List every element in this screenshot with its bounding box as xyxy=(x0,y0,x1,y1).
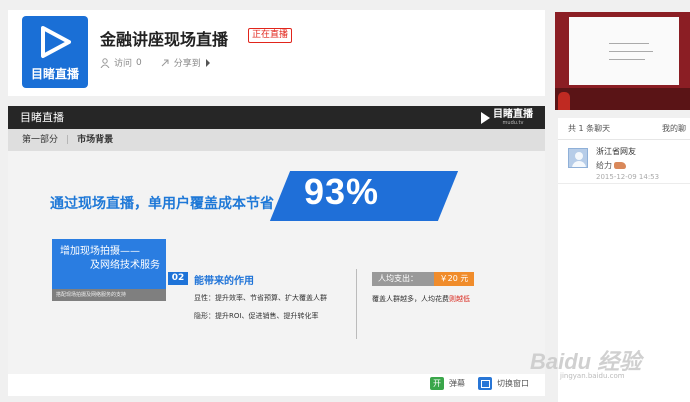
presentation-slide: 93% 通过现场直播，单用户覆盖成本节省 增加现场拍摄—— 及网络技术服务 搭配… xyxy=(8,151,545,374)
service-line-2: 及网络技术服务 xyxy=(90,260,160,271)
service-line-1: 增加现场拍摄—— xyxy=(60,246,140,257)
logo-text: 目睹直播 xyxy=(30,67,79,81)
section-number: 02 xyxy=(168,272,188,285)
visits-stat: 访问 0 xyxy=(100,56,142,69)
danmaku-toggle-icon: 开 xyxy=(430,377,444,390)
stage-floor xyxy=(555,88,690,110)
slide-divider xyxy=(356,269,357,339)
my-chat-tab[interactable]: 我的聊 xyxy=(662,118,686,140)
cost-desc-highlight: 则越低 xyxy=(449,295,470,303)
visits-label: 访问 xyxy=(114,59,133,69)
chat-count: 共 1 条聊天 xyxy=(568,124,611,133)
watermark-sub: jingyan.baidu.com xyxy=(560,372,625,380)
danmaku-button[interactable]: 开 弹幕 xyxy=(430,377,465,390)
avatar-head xyxy=(575,152,583,160)
chevron-right-icon xyxy=(205,58,210,67)
chat-text: 给力 xyxy=(596,160,626,171)
page-title: 金融讲座现场直播 xyxy=(100,30,229,49)
service-box-caption: 搭配现场拍摄及网络服务的支持 xyxy=(52,289,166,301)
cost-label: 人均支出： xyxy=(372,272,434,286)
screen-text-line xyxy=(609,43,649,44)
presenter-figure xyxy=(558,92,570,110)
chat-text-content: 给力 xyxy=(596,161,612,170)
cost-value: ￥20 元 xyxy=(434,272,474,286)
avatar xyxy=(568,148,588,168)
chat-timestamp: 2015-12-09 14:53 xyxy=(596,173,660,181)
live-status-badge: 正在直播 xyxy=(248,28,293,43)
percent-value: 93% xyxy=(304,171,380,212)
crumb-section: 市场背景 xyxy=(77,135,114,145)
service-box: 增加现场拍摄—— 及网络技术服务 xyxy=(52,239,166,289)
share-icon xyxy=(161,59,169,66)
header-stats: 访问 0 分享到 xyxy=(100,56,211,69)
projector-screen xyxy=(569,17,679,85)
player-brand-logo: 目睹直播 mudu.tv xyxy=(481,110,533,126)
live-header-card: 目睹直播 金融讲座现场直播 正在直播 访问 0 分享到 xyxy=(8,10,545,96)
cost-desc-main: 覆盖人群越多，人均花费 xyxy=(372,295,449,303)
brand-play-icon xyxy=(481,112,490,124)
slide-breadcrumb: 第一部分 | 市场背景 xyxy=(8,129,545,151)
effect-line-implicit: 隐形：提升ROI、促进销售、提升转化率 xyxy=(194,312,319,320)
screen-text-line xyxy=(609,59,645,60)
video-player[interactable]: 目睹直播 目睹直播 mudu.tv 第一部分 | 市场背景 93% 通过现场直播，单… xyxy=(8,106,545,374)
brand-sub: mudu.tv xyxy=(502,120,524,126)
chat-username: 浙江省网友 xyxy=(596,147,636,156)
play-logo-icon xyxy=(41,26,71,58)
switch-window-icon xyxy=(478,377,492,390)
cost-description: 覆盖人群越多，人均花费则越低 xyxy=(372,294,470,304)
danmaku-label: 弹幕 xyxy=(449,379,465,388)
camera-thumbnail[interactable] xyxy=(555,12,690,110)
share-label: 分享到 xyxy=(173,59,201,69)
player-title-bar: 目睹直播 目睹直播 mudu.tv xyxy=(8,106,545,129)
chat-header: 共 1 条聊天 我的聊 xyxy=(558,118,690,140)
crumb-part: 第一部分 xyxy=(22,135,59,145)
player-footer: 开 弹幕 切换窗口 xyxy=(8,374,545,396)
player-title: 目睹直播 xyxy=(20,111,64,124)
effect-line-explicit: 显性：提升效率、节省预算、扩大覆盖人群 xyxy=(194,294,327,302)
user-icon xyxy=(100,57,110,68)
chat-message: 浙江省网友 给力 2015-12-09 14:53 xyxy=(558,140,690,184)
visits-count: 0 xyxy=(136,57,142,68)
app-logo: 目睹直播 xyxy=(22,16,88,88)
screen-text-line xyxy=(609,51,653,52)
muscle-emoji-icon xyxy=(614,162,626,169)
crumb-separator: | xyxy=(66,135,70,145)
slide-headline: 通过现场直播，单用户覆盖成本节省 xyxy=(50,196,274,212)
switch-window-button[interactable]: 切换窗口 xyxy=(478,377,529,390)
effect-title: 能带来的作用 xyxy=(194,276,254,287)
brand-text: 目睹直播 xyxy=(493,109,533,120)
switch-window-label: 切换窗口 xyxy=(497,379,529,388)
avatar-body xyxy=(572,161,586,167)
share-button[interactable]: 分享到 xyxy=(160,56,211,69)
